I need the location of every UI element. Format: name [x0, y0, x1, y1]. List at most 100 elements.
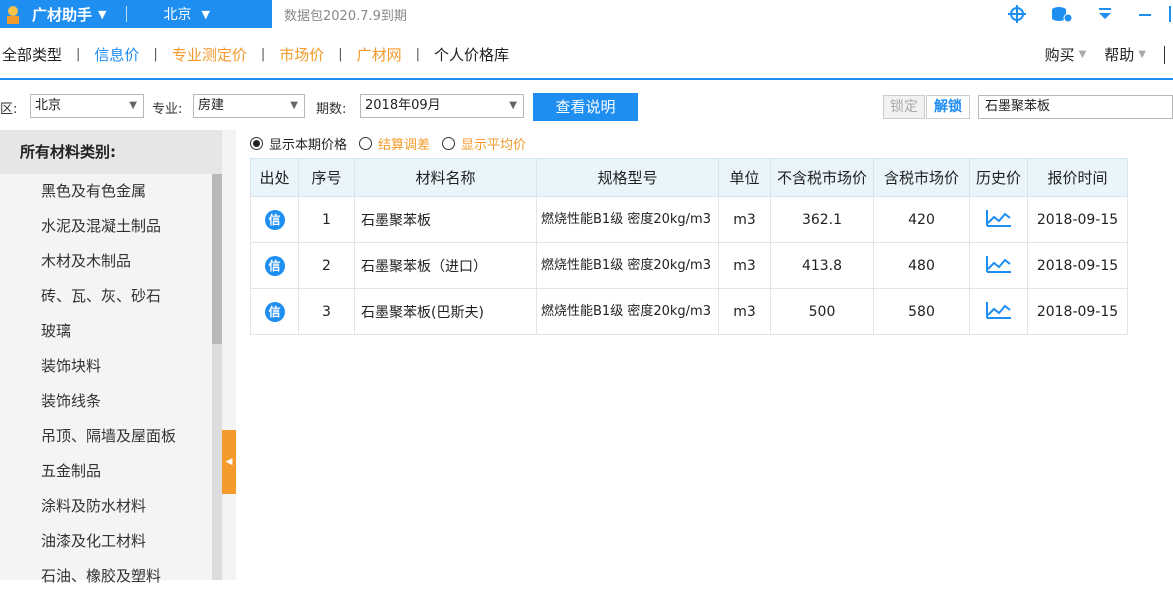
sidebar-item[interactable]: 石油、橡胶及塑料 [0, 559, 236, 594]
history-cell [969, 288, 1028, 335]
period-value: 2018年09月 [365, 98, 441, 113]
radio-settlement[interactable]: 结算调差 [359, 134, 430, 153]
info-source-icon[interactable]: 信 [264, 209, 285, 230]
city-selector[interactable]: 北京 [163, 4, 191, 24]
search-input[interactable]: 石墨聚苯板 [978, 95, 1173, 119]
column-header[interactable]: 含税市场价 [873, 158, 970, 197]
tab-personal[interactable]: 个人价格库 [432, 44, 511, 65]
price-mode-options: 显示本期价格 结算调差 显示平均价 [250, 134, 538, 153]
column-header[interactable]: 序号 [298, 158, 355, 197]
sidebar-item[interactable]: 油漆及化工材料 [0, 524, 236, 559]
sidebar-item[interactable]: 黑色及有色金属 [0, 174, 236, 209]
tab-info-price[interactable]: 信息价 [92, 44, 141, 65]
nav-divider [1164, 45, 1165, 64]
unit-cell: m3 [718, 288, 771, 335]
buy-menu[interactable]: 购买 [1045, 44, 1075, 65]
region-label: 区: [0, 102, 18, 117]
chevron-down-icon: ▼ [509, 100, 517, 111]
sidebar-item[interactable]: 装饰线条 [0, 384, 236, 419]
region-value: 北京 [35, 98, 62, 113]
sidebar-item[interactable]: 五金制品 [0, 454, 236, 489]
trend-chart-icon[interactable] [985, 255, 1012, 277]
sidebar-item[interactable]: 装饰块料 [0, 349, 236, 384]
price-ex-tax: 413.8 [770, 242, 874, 289]
category-list: 黑色及有色金属 水泥及混凝土制品 木材及木制品 砖、瓦、灰、砂石 玻璃 装饰块料… [0, 174, 236, 594]
period-select[interactable]: 2018年09月 ▼ [360, 94, 524, 118]
sidebar-item[interactable]: 涂料及防水材料 [0, 489, 236, 524]
quote-date: 2018-09-15 [1027, 242, 1128, 289]
app-menu-caret-icon[interactable]: ▼ [98, 8, 106, 21]
column-header[interactable]: 出处 [250, 158, 299, 197]
help-caret-icon[interactable]: ▼ [1138, 49, 1146, 60]
filter-bar: 区: 北京 ▼ 专业: 房建 ▼ 期数: 2018年09月 ▼ 查看说明 锁定 … [0, 92, 1173, 122]
column-header[interactable]: 单位 [718, 158, 771, 197]
material-name: 石墨聚苯板(巴斯夫) [354, 288, 537, 335]
menu-dropdown-icon[interactable] [1097, 6, 1113, 22]
collapse-sidebar-button[interactable]: ◀ [222, 430, 236, 494]
sidebar-item[interactable]: 木材及木制品 [0, 244, 236, 279]
tab-market-price[interactable]: 市场价 [277, 44, 326, 65]
app-name[interactable]: 广材助手 [32, 4, 92, 25]
nav-separator: | [76, 47, 81, 62]
app-logo-icon [2, 3, 24, 25]
unlock-button[interactable]: 解锁 [926, 95, 970, 119]
major-select[interactable]: 房建 ▼ [193, 94, 305, 118]
sidebar-item[interactable]: 吊顶、隔墙及屋面板 [0, 419, 236, 454]
sidebar-header: 所有材料类别: [0, 130, 222, 174]
target-icon[interactable] [1007, 4, 1027, 24]
database-icon[interactable] [1051, 5, 1073, 23]
lock-button[interactable]: 锁定 [883, 95, 925, 119]
sidebar-item[interactable]: 砖、瓦、灰、砂石 [0, 279, 236, 314]
nav-right-menu: 购买 ▼ 帮助 ▼ [1045, 44, 1165, 65]
history-cell [969, 196, 1028, 243]
sidebar-item[interactable]: 水泥及混凝土制品 [0, 209, 236, 244]
table-row[interactable]: 信 2 石墨聚苯板（进口） 燃烧性能B1级 密度20kg/m3 m3 413.8… [250, 242, 1128, 289]
radio-average-price[interactable]: 显示平均价 [442, 134, 526, 153]
sidebar-scrollbar[interactable] [212, 174, 222, 580]
scrollbar-thumb[interactable] [212, 174, 222, 344]
column-header[interactable]: 规格型号 [536, 158, 719, 197]
window-edge-icon [1169, 6, 1173, 22]
column-header[interactable]: 历史价 [969, 158, 1028, 197]
history-cell [969, 242, 1028, 289]
table-row[interactable]: 信 3 石墨聚苯板(巴斯夫) 燃烧性能B1级 密度20kg/m3 m3 500 … [250, 288, 1128, 335]
trend-chart-icon[interactable] [985, 209, 1012, 231]
category-tabs: 全部类型 | 信息价 | 专业测定价 | 市场价 | 广材网 | 个人价格库 [0, 44, 511, 65]
radio-unchecked-icon [442, 137, 456, 150]
help-menu[interactable]: 帮助 [1104, 44, 1134, 65]
sidebar-item[interactable]: 玻璃 [0, 314, 236, 349]
view-description-button[interactable]: 查看说明 [533, 93, 638, 121]
source-cell: 信 [250, 288, 299, 335]
unit-cell: m3 [718, 242, 771, 289]
spec-cell: 燃烧性能B1级 密度20kg/m3 [536, 242, 719, 289]
table-header-row: 出处 序号 材料名称 规格型号 单位 不含税市场价 含税市场价 历史价 报价时间 [250, 158, 1128, 197]
window-controls [983, 0, 1173, 28]
column-header[interactable]: 报价时间 [1027, 158, 1128, 197]
column-header[interactable]: 材料名称 [354, 158, 537, 197]
city-caret-icon[interactable]: ▼ [201, 8, 209, 21]
info-source-icon[interactable]: 信 [264, 255, 285, 276]
major-label: 专业: [152, 102, 183, 117]
tab-all-types[interactable]: 全部类型 [0, 44, 64, 65]
tab-pro-price[interactable]: 专业测定价 [170, 44, 249, 65]
material-name: 石墨聚苯板（进口） [354, 242, 537, 289]
table-row[interactable]: 信 1 石墨聚苯板 燃烧性能B1级 密度20kg/m3 m3 362.1 420… [250, 196, 1128, 243]
price-ex-tax: 362.1 [770, 196, 874, 243]
unit-cell: m3 [718, 196, 771, 243]
period-label: 期数: [316, 102, 347, 117]
material-name: 石墨聚苯板 [354, 196, 537, 243]
trend-chart-icon[interactable] [985, 301, 1012, 323]
title-bar: 广材助手 ▼ 北京 ▼ 数据包2020.7.9到期 [0, 0, 1173, 28]
buy-caret-icon[interactable]: ▼ [1079, 49, 1087, 60]
region-select[interactable]: 北京 ▼ [30, 94, 144, 118]
row-number: 1 [298, 196, 355, 243]
radio-unchecked-icon [359, 137, 373, 150]
major-value: 房建 [198, 98, 225, 113]
tab-gcw[interactable]: 广材网 [355, 44, 404, 65]
radio-label: 显示本期价格 [269, 138, 348, 153]
divider [126, 6, 128, 22]
minimize-icon[interactable] [1137, 6, 1153, 22]
info-source-icon[interactable]: 信 [264, 301, 285, 322]
radio-current-price[interactable]: 显示本期价格 [250, 134, 347, 153]
column-header[interactable]: 不含税市场价 [770, 158, 874, 197]
